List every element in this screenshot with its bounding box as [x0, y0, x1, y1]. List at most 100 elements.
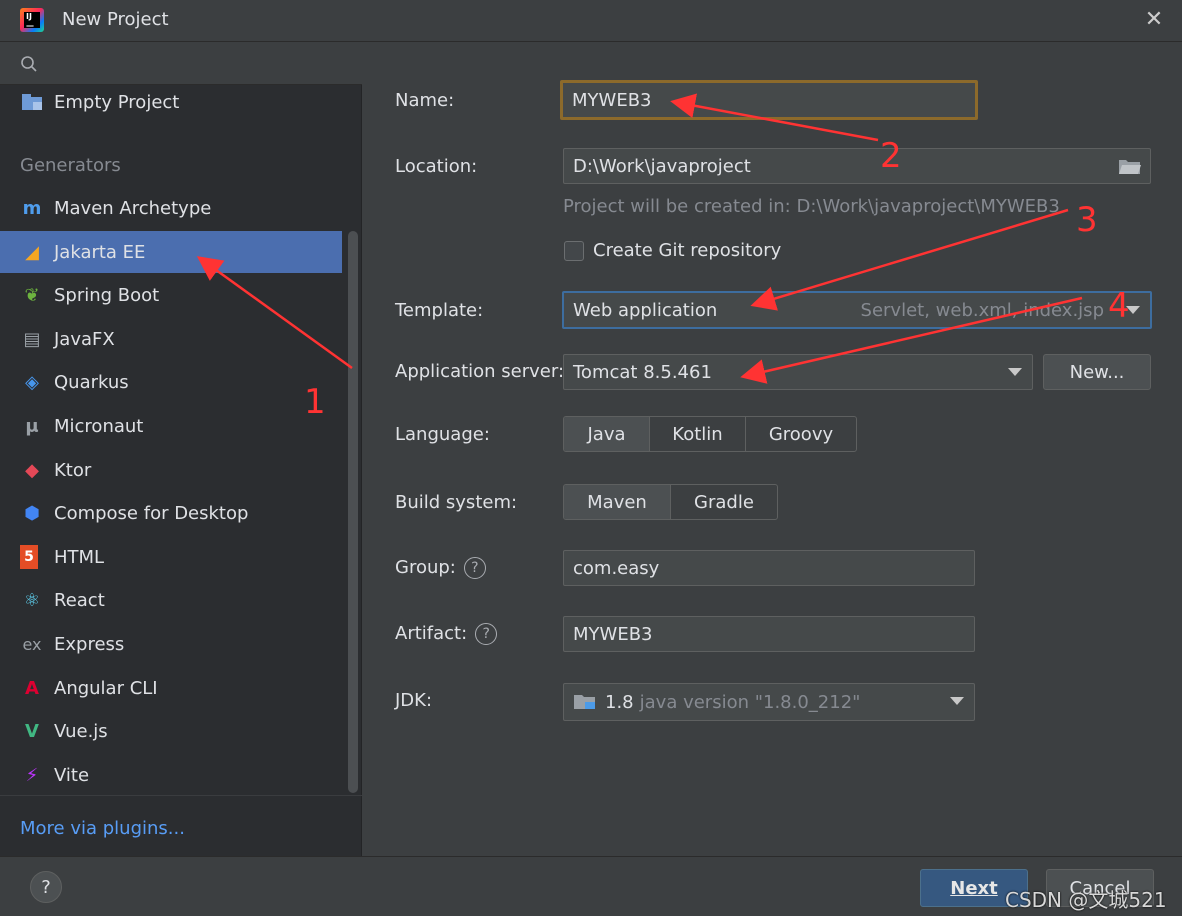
intellij-logo-icon: IJ — — [20, 8, 44, 32]
name-label: Name: — [395, 90, 455, 111]
location-hint: Project will be created in: D:\Work\java… — [563, 196, 1060, 217]
jdk-detail: java version "1.8.0_212" — [639, 691, 861, 713]
build-option-gradle[interactable]: Gradle — [671, 485, 777, 519]
sidebar-item-compose-for-desktop[interactable]: ⬢ Compose for Desktop — [0, 492, 342, 534]
sidebar-item-label: Quarkus — [54, 371, 129, 393]
template-hint: Servlet, web.xml, index.jsp — [860, 300, 1104, 321]
sidebar-item-label: Compose for Desktop — [54, 502, 249, 524]
jdk-folder-icon — [574, 695, 595, 709]
sidebar-item-vue-js[interactable]: V Vue.js — [0, 710, 342, 752]
language-option-kotlin[interactable]: Kotlin — [650, 417, 746, 451]
sidebar-item-jakarta-ee[interactable]: ◢ Jakarta EE — [0, 231, 342, 273]
react-icon: ⚛ — [23, 589, 41, 611]
spring-icon: ❦ — [24, 284, 40, 306]
quarkus-icon: ◈ — [25, 371, 39, 393]
sidebar-item-react[interactable]: ⚛ React — [0, 579, 342, 621]
app-server-value: Tomcat 8.5.461 — [573, 361, 712, 383]
window-title: New Project — [62, 9, 169, 30]
sidebar-item-vite[interactable]: ⚡ Vite — [0, 754, 342, 796]
sidebar-item-label: Vite — [54, 764, 90, 786]
sidebar-item-label: Ktor — [54, 459, 92, 481]
template-dropdown[interactable]: Web application Servlet, web.xml, index.… — [562, 291, 1152, 329]
sidebar-item-angular-cli[interactable]: A Angular CLI — [0, 667, 342, 709]
jdk-label: JDK: — [395, 690, 433, 711]
folder-icon — [20, 90, 44, 114]
express-icon: ex — [22, 634, 42, 654]
maven-icon: m — [22, 197, 42, 219]
language-label: Language: — [395, 424, 490, 445]
sidebar-item-label: JavaFX — [54, 328, 115, 350]
sidebar-item-label: Express — [54, 633, 125, 655]
sidebar-item-html[interactable]: 5 HTML — [0, 536, 342, 578]
annotation-number-3: 3 — [1076, 200, 1098, 240]
sidebar-item-ktor[interactable]: ◆ Ktor — [0, 449, 342, 491]
sidebar-item-spring-boot[interactable]: ❦ Spring Boot — [0, 274, 342, 316]
project-settings-form: Name: MYWEB3 Location: D:\Work\javaproje… — [363, 43, 1182, 856]
app-server-label: Application server: — [395, 361, 565, 382]
chevron-down-icon — [950, 697, 964, 705]
sidebar-item-express[interactable]: ex Express — [0, 623, 342, 665]
build-system-segmented: Maven Gradle — [563, 484, 778, 520]
help-button[interactable]: ? — [30, 871, 62, 903]
html5-icon: 5 — [20, 545, 38, 569]
sidebar-item-label: Maven Archetype — [54, 197, 212, 219]
sidebar-item-label: Spring Boot — [54, 284, 160, 306]
artifact-label: Artifact:? — [395, 623, 498, 645]
app-server-dropdown[interactable]: Tomcat 8.5.461 — [563, 354, 1033, 390]
annotation-number-4: 4 — [1108, 286, 1130, 326]
group-value: com.easy — [573, 557, 660, 579]
sidebar-item-empty-project[interactable]: Empty Project — [0, 81, 342, 123]
search-icon — [21, 56, 37, 72]
annotation-number-1: 1 — [304, 382, 326, 422]
group-input[interactable]: com.easy — [563, 550, 975, 586]
location-value: D:\Work\javaproject — [573, 155, 751, 177]
sidebar-item-javafx[interactable]: ▤ JavaFX — [0, 318, 342, 360]
artifact-value: MYWEB3 — [573, 623, 653, 645]
jdk-version: 1.8 — [605, 691, 634, 713]
group-label: Group:? — [395, 557, 486, 579]
sidebar-item-quarkus[interactable]: ◈ Quarkus — [0, 361, 342, 403]
browse-folder-icon[interactable] — [1118, 157, 1142, 175]
create-git-label: Create Git repository — [593, 240, 782, 261]
compose-icon: ⬢ — [24, 502, 40, 524]
more-plugins-link[interactable]: More via plugins... — [20, 818, 185, 839]
close-icon[interactable]: ✕ — [1140, 6, 1168, 34]
language-segmented: Java Kotlin Groovy — [563, 416, 857, 452]
angular-icon: A — [25, 677, 39, 699]
sidebar-item-micronaut[interactable]: μ Micronaut — [0, 405, 342, 447]
template-value: Web application — [573, 299, 718, 321]
help-icon[interactable]: ? — [463, 557, 486, 579]
sidebar-scrollbar[interactable] — [348, 231, 358, 793]
sidebar-item-label: HTML — [54, 546, 105, 568]
template-label: Template: — [395, 300, 484, 321]
sidebar-item-label: Empty Project — [54, 91, 180, 113]
jakarta-icon: ◢ — [25, 241, 39, 263]
build-system-label: Build system: — [395, 492, 518, 513]
language-option-java[interactable]: Java — [564, 417, 650, 451]
new-project-dialog: IJ — New Project ✕ Empty Project Generato… — [0, 0, 1182, 916]
micronaut-icon: μ — [25, 415, 39, 437]
jdk-dropdown[interactable]: 1.8 java version "1.8.0_212" — [563, 683, 975, 721]
sidebar-item-maven-archetype[interactable]: m Maven Archetype — [0, 187, 342, 229]
chevron-down-icon — [1008, 368, 1022, 376]
artifact-input[interactable]: MYWEB3 — [563, 616, 975, 652]
sidebar-item-label: Angular CLI — [54, 677, 158, 699]
location-label: Location: — [395, 156, 478, 177]
name-value: MYWEB3 — [572, 89, 652, 111]
generator-sidebar: Empty Project Generators m Maven Archetyp… — [0, 43, 362, 856]
generators-section-label: Generators — [20, 155, 121, 176]
sidebar-item-label: Micronaut — [54, 415, 144, 437]
create-git-checkbox[interactable] — [564, 241, 584, 261]
ktor-icon: ◆ — [25, 459, 39, 481]
new-server-button[interactable]: New... — [1043, 354, 1151, 390]
watermark: CSDN @文城521 — [1005, 888, 1167, 912]
build-option-maven[interactable]: Maven — [564, 485, 671, 519]
sidebar-search-input[interactable] — [0, 43, 362, 85]
annotation-number-2: 2 — [880, 136, 902, 176]
location-input[interactable]: D:\Work\javaproject — [563, 148, 1151, 184]
help-icon[interactable]: ? — [475, 623, 498, 645]
name-input[interactable]: MYWEB3 — [560, 80, 978, 120]
language-option-groovy[interactable]: Groovy — [746, 417, 856, 451]
javafx-icon: ▤ — [23, 328, 41, 350]
sidebar-item-label: Jakarta EE — [54, 241, 146, 263]
